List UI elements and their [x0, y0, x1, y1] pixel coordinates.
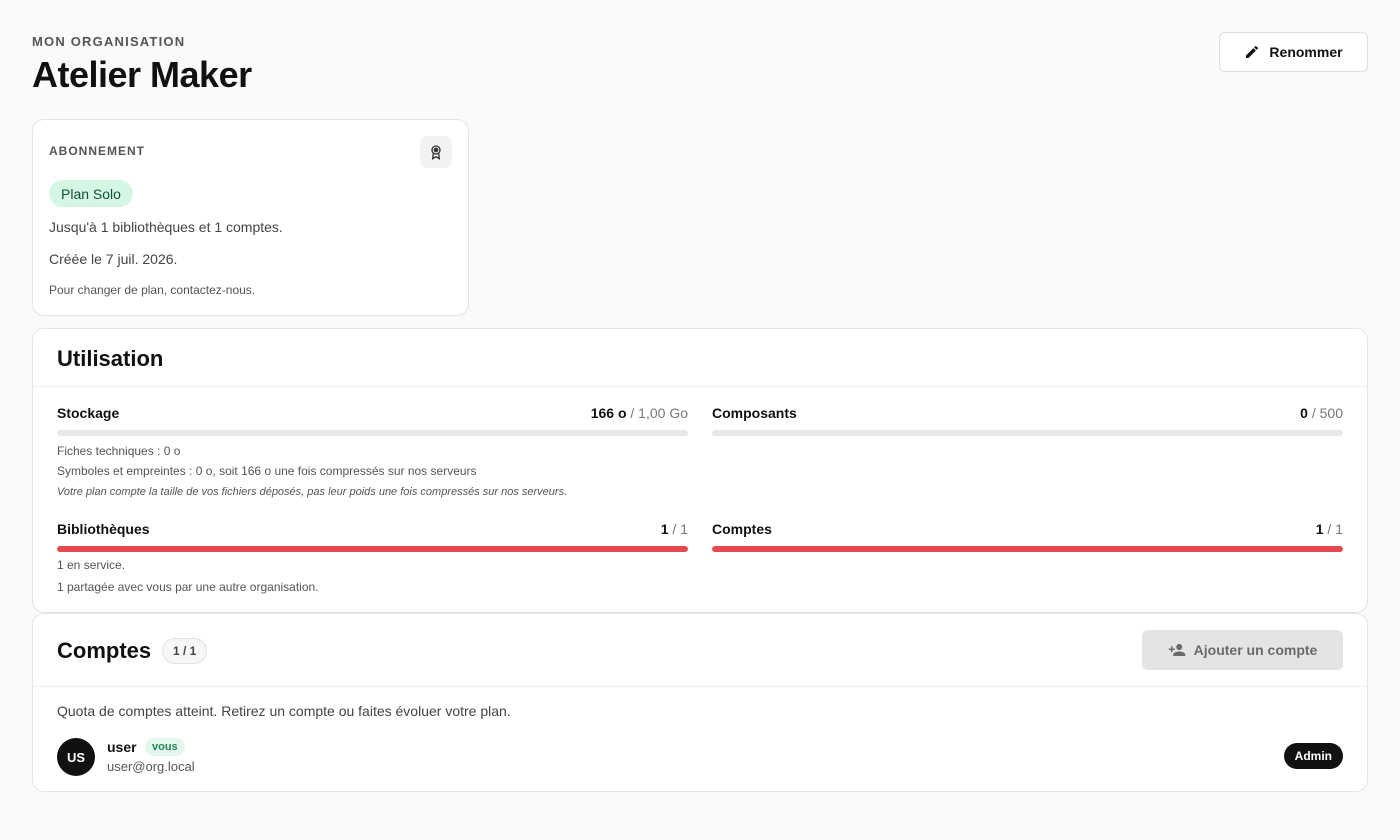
usage-title: Utilisation	[57, 346, 164, 371]
page-title: Atelier Maker	[32, 54, 252, 95]
libraries-in-service: 1 en service.	[57, 558, 126, 572]
libraries-value: 1 / 1	[660, 521, 688, 537]
components-label: Composants	[712, 405, 797, 421]
role-badge: Admin	[1283, 743, 1343, 769]
storage-progress-bar	[57, 430, 688, 436]
libraries-metric-header: Bibliothèques 1 / 1	[57, 521, 688, 537]
accounts-divider	[33, 686, 1367, 687]
add-account-button[interactable]: Ajouter un compte	[1142, 630, 1343, 670]
components-metric-header: Composants 0 / 500	[712, 405, 1343, 421]
user-name: user	[107, 739, 137, 755]
storage-symbols: Symboles et empreintes : 0 o, soit 166 o…	[57, 464, 477, 478]
libraries-label: Bibliothèques	[57, 521, 150, 537]
rename-label: Renommer	[1269, 44, 1343, 60]
storage-datasheets: Fiches techniques : 0 o	[57, 444, 181, 458]
storage-note: Votre plan compte la taille de vos fichi…	[57, 486, 568, 498]
plan-change-note: Pour changer de plan, contactez-nous.	[49, 283, 256, 297]
accounts-count-badge: 1 / 1	[162, 638, 208, 664]
libraries-progress-bar	[57, 546, 688, 552]
plan-badge: Plan Solo	[49, 180, 133, 207]
quota-message: Quota de comptes atteint. Retirez un com…	[57, 703, 511, 719]
rename-button[interactable]: Renommer	[1219, 32, 1368, 72]
user-email: user@org.local	[107, 759, 195, 774]
accounts-value: 1 / 1	[1315, 521, 1343, 537]
subscription-card: ABONNEMENT Plan Solo Jusqu'à 1 bibliothè…	[32, 119, 469, 316]
accounts-title: Comptes	[57, 638, 152, 663]
components-progress-bar	[712, 430, 1343, 436]
libraries-shared: 1 partagée avec vous par une autre organ…	[57, 580, 319, 594]
add-account-label: Ajouter un compte	[1193, 642, 1318, 658]
accounts-progress-bar	[712, 546, 1343, 552]
avatar: US	[57, 738, 95, 776]
storage-value: 166 o / 1,00 Go	[590, 405, 688, 421]
you-badge: vous	[145, 738, 185, 756]
accounts-card: Comptes 1 / 1 Ajouter un compte Quota de…	[32, 613, 1368, 792]
accounts-label: Comptes	[712, 521, 772, 537]
subscription-label: ABONNEMENT	[49, 144, 145, 158]
usage-card: Utilisation Stockage 166 o / 1,00 Go Fic…	[32, 328, 1368, 613]
storage-label: Stockage	[57, 405, 120, 421]
plan-limits: Jusqu'à 1 bibliothèques et 1 comptes.	[49, 219, 283, 235]
page-kicker: MON ORGANISATION	[32, 34, 186, 49]
created-date: Créée le 7 juil. 2026.	[49, 251, 178, 267]
accounts-metric-header: Comptes 1 / 1	[712, 521, 1343, 537]
components-value: 0 / 500	[1300, 405, 1343, 421]
pencil-icon	[1246, 45, 1259, 58]
award-icon	[420, 136, 452, 168]
person-add-icon	[1168, 644, 1185, 656]
storage-metric-header: Stockage 166 o / 1,00 Go	[57, 405, 688, 421]
usage-divider	[33, 386, 1367, 387]
